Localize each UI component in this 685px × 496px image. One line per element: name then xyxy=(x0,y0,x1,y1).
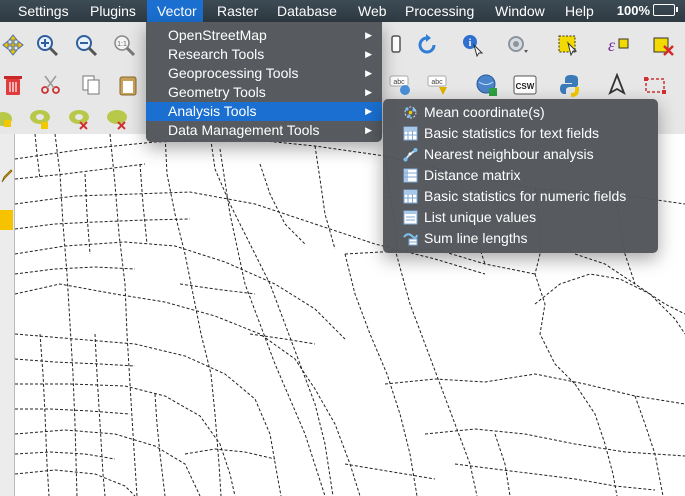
menu-item-geometry-tools[interactable]: Geometry Tools ▶ xyxy=(146,83,382,102)
menu-item-label: Data Management Tools xyxy=(168,122,320,138)
menu-item-label: Sum line lengths xyxy=(424,230,528,246)
nearest-neighbour-icon xyxy=(403,148,418,162)
delete-part-icon[interactable] xyxy=(104,106,130,132)
add-ring-icon[interactable] xyxy=(27,106,53,132)
edit-pencil-icon[interactable] xyxy=(0,168,13,184)
select-features-icon[interactable] xyxy=(555,32,581,58)
menu-help[interactable]: Help xyxy=(558,0,601,22)
menu-item-label: Mean coordinate(s) xyxy=(424,104,545,120)
battery-percent: 100% xyxy=(616,3,650,18)
add-wms-layer-icon[interactable] xyxy=(474,72,500,98)
menu-item-label: Geoprocessing Tools xyxy=(168,65,299,81)
menu-database[interactable]: Database xyxy=(270,0,344,22)
zoom-native-resolution-icon[interactable]: 1:1 xyxy=(111,32,137,58)
analysis-tools-submenu: Mean coordinate(s) Basic statistics for … xyxy=(383,99,658,253)
menu-item-label: Analysis Tools xyxy=(168,103,257,119)
submenu-arrow-icon: ▶ xyxy=(365,125,372,135)
menu-settings[interactable]: Settings xyxy=(11,0,76,22)
zoom-in-icon[interactable] xyxy=(34,32,60,58)
menu-processing[interactable]: Processing xyxy=(398,0,481,22)
menu-item-label: OpenStreetMap xyxy=(168,27,267,43)
table-icon xyxy=(403,126,418,141)
menu-web[interactable]: Web xyxy=(351,0,394,22)
delete-ring-icon[interactable] xyxy=(66,106,92,132)
label-pin-abc-text: abc xyxy=(431,79,443,86)
menu-item-mean-coordinates[interactable]: Mean coordinate(s) xyxy=(383,102,658,123)
menu-item-label: Nearest neighbour analysis xyxy=(424,146,594,162)
menu-item-geoprocessing-tools[interactable]: Geoprocessing Tools ▶ xyxy=(146,64,382,83)
vertex-tool-icon[interactable] xyxy=(604,72,630,98)
sum-lines-icon xyxy=(403,233,418,246)
menu-window[interactable]: Window xyxy=(488,0,552,22)
layers-dock-edge xyxy=(0,134,15,496)
python-console-icon[interactable] xyxy=(558,72,584,98)
menu-item-data-management-tools[interactable]: Data Management Tools ▶ xyxy=(146,121,382,140)
menu-vector[interactable]: Vector xyxy=(147,0,203,22)
menu-item-label: Research Tools xyxy=(168,46,265,62)
battery-status: 100% xyxy=(616,0,678,22)
label-abc-text: abc xyxy=(393,79,405,86)
select-by-expression-icon[interactable]: ε xyxy=(605,32,631,58)
menu-item-label: Geometry Tools xyxy=(168,84,266,100)
copy-features-icon[interactable] xyxy=(78,72,104,98)
add-part-icon[interactable] xyxy=(0,106,16,132)
menu-item-sum-line-lengths[interactable]: Sum line lengths xyxy=(383,228,658,249)
menu-item-openstreetmap[interactable]: OpenStreetMap ▶ xyxy=(146,26,382,45)
zoom-scale-label: 1:1 xyxy=(117,41,127,48)
menu-item-label: List unique values xyxy=(424,209,537,225)
menu-item-list-unique-values[interactable]: List unique values xyxy=(383,207,658,228)
battery-icon xyxy=(653,4,678,16)
selected-layer-highlight[interactable] xyxy=(0,210,13,230)
svg-text:i: i xyxy=(469,38,472,49)
menu-item-analysis-tools[interactable]: Analysis Tools ▶ xyxy=(146,102,382,121)
submenu-arrow-icon: ▶ xyxy=(365,68,372,78)
deselect-features-icon[interactable] xyxy=(650,32,676,58)
submenu-arrow-icon: ▶ xyxy=(365,87,372,97)
identify-icon[interactable]: i xyxy=(460,32,486,58)
table-icon xyxy=(403,189,418,204)
menu-item-label: Basic statistics for text fields xyxy=(424,125,600,141)
submenu-arrow-icon: ▶ xyxy=(365,30,372,40)
menu-item-basic-statistics-text[interactable]: Basic statistics for text fields xyxy=(383,123,658,144)
identify-features-partial-icon[interactable] xyxy=(383,32,409,58)
menu-item-research-tools[interactable]: Research Tools ▶ xyxy=(146,45,382,64)
feature-action-icon[interactable] xyxy=(504,32,530,58)
distance-matrix-icon xyxy=(403,168,418,183)
rectangle-tool-icon[interactable] xyxy=(642,72,668,98)
menu-item-label: Basic statistics for numeric fields xyxy=(424,188,627,204)
mean-coordinates-icon xyxy=(404,106,417,119)
menu-item-distance-matrix[interactable]: Distance matrix xyxy=(383,165,658,186)
label-pin-icon[interactable]: abc xyxy=(426,72,452,98)
submenu-arrow-icon: ▶ xyxy=(365,106,372,116)
paste-features-icon[interactable] xyxy=(115,72,141,98)
menu-bar: Settings Plugins Vector Raster Database … xyxy=(0,0,685,22)
submenu-arrow-icon: ▶ xyxy=(365,49,372,59)
zoom-out-icon[interactable] xyxy=(73,32,99,58)
cut-features-icon[interactable] xyxy=(38,72,64,98)
csw-text: CSW xyxy=(516,82,535,91)
menu-item-label: Distance matrix xyxy=(424,167,521,183)
svg-text:ε: ε xyxy=(608,35,616,55)
menu-plugins[interactable]: Plugins xyxy=(83,0,143,22)
pan-map-icon[interactable] xyxy=(0,32,26,58)
delete-selected-icon[interactable] xyxy=(0,72,26,98)
vector-menu-dropdown: OpenStreetMap ▶ Research Tools ▶ Geoproces… xyxy=(146,22,382,142)
csw-icon[interactable]: CSW xyxy=(512,72,538,98)
list-icon xyxy=(403,210,418,225)
menu-item-nearest-neighbour-analysis[interactable]: Nearest neighbour analysis xyxy=(383,144,658,165)
menu-item-basic-statistics-numeric[interactable]: Basic statistics for numeric fields xyxy=(383,186,658,207)
refresh-icon[interactable] xyxy=(414,32,440,58)
label-tool-icon[interactable]: abc xyxy=(388,72,414,98)
menu-raster[interactable]: Raster xyxy=(210,0,265,22)
